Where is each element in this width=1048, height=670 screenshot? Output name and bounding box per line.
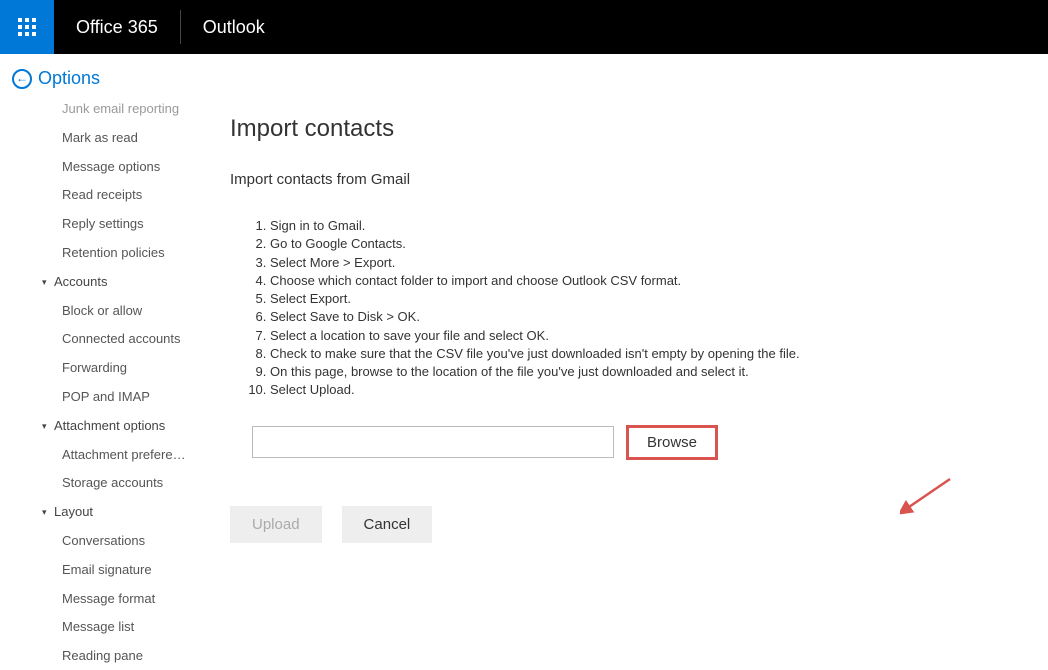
sidebar-section-header[interactable]: ▾ Layout xyxy=(0,498,199,527)
cancel-button[interactable]: Cancel xyxy=(342,506,433,543)
sidebar-section-header[interactable]: ▾ Attachment options xyxy=(0,412,199,441)
settings-sidebar: Junk email reportingMark as readMessage … xyxy=(0,95,200,667)
sidebar-section-header[interactable]: ▾ Accounts xyxy=(0,268,199,297)
content-pane: Import contacts Import contacts from Gma… xyxy=(200,95,1048,667)
instruction-step: Select Upload. xyxy=(270,382,1018,398)
sidebar-item[interactable]: Junk email reporting xyxy=(0,95,199,124)
sidebar-item[interactable]: Email signature xyxy=(0,556,199,585)
sidebar-item[interactable]: Conversations xyxy=(0,527,199,556)
sidebar-scroll[interactable]: Junk email reportingMark as readMessage … xyxy=(0,95,199,667)
instruction-step: Select a location to save your file and … xyxy=(270,328,1018,344)
options-label: Options xyxy=(38,68,100,89)
page-title: Import contacts xyxy=(230,115,1018,143)
sidebar-item[interactable]: Block or allow xyxy=(0,297,199,326)
file-select-row: Browse xyxy=(252,425,1018,460)
top-header: Office 365 Outlook xyxy=(0,0,1048,54)
sidebar-item[interactable]: Storage accounts xyxy=(0,469,199,498)
sidebar-item[interactable]: Reply settings xyxy=(0,210,199,239)
instruction-step: Check to make sure that the CSV file you… xyxy=(270,346,1018,362)
caret-down-icon: ▾ xyxy=(42,419,50,433)
file-path-input[interactable] xyxy=(252,426,614,458)
sidebar-item[interactable]: Message options xyxy=(0,153,199,182)
page-subtitle: Import contacts from Gmail xyxy=(230,171,1018,188)
instruction-step: Go to Google Contacts. xyxy=(270,236,1018,252)
instruction-steps: Sign in to Gmail. Go to Google Contacts. S… xyxy=(270,218,1018,399)
browse-button[interactable]: Browse xyxy=(626,425,718,460)
brand-link[interactable]: Office 365 xyxy=(54,17,180,38)
app-name-link[interactable]: Outlook xyxy=(181,17,287,38)
sidebar-item[interactable]: Forwarding xyxy=(0,354,199,383)
caret-down-icon: ▾ xyxy=(42,275,50,289)
instruction-step: Choose which contact folder to import an… xyxy=(270,273,1018,289)
sidebar-item[interactable]: Connected accounts xyxy=(0,325,199,354)
sidebar-section-label: Accounts xyxy=(54,272,107,293)
instruction-step: On this page, browse to the location of … xyxy=(270,364,1018,380)
options-back-button[interactable]: ← Options xyxy=(0,54,1048,95)
sidebar-section-label: Layout xyxy=(54,502,93,523)
sidebar-item[interactable]: Mark as read xyxy=(0,124,199,153)
instruction-step: Select Save to Disk > OK. xyxy=(270,309,1018,325)
upload-button[interactable]: Upload xyxy=(230,506,322,543)
waffle-icon xyxy=(18,18,36,36)
sidebar-item[interactable]: Message list xyxy=(0,613,199,642)
app-launcher-button[interactable] xyxy=(0,0,54,54)
action-buttons: Upload Cancel xyxy=(230,506,1018,543)
back-arrow-icon: ← xyxy=(12,69,32,89)
sidebar-item[interactable]: Read receipts xyxy=(0,181,199,210)
sidebar-item[interactable]: Reading pane xyxy=(0,642,199,667)
instruction-step: Sign in to Gmail. xyxy=(270,218,1018,234)
sidebar-section-label: Attachment options xyxy=(54,416,165,437)
instruction-step: Select Export. xyxy=(270,291,1018,307)
sidebar-item[interactable]: Attachment preferences xyxy=(0,441,199,470)
sidebar-item[interactable]: Retention policies xyxy=(0,239,199,268)
sidebar-item[interactable]: Message format xyxy=(0,585,199,614)
caret-down-icon: ▾ xyxy=(42,505,50,519)
instruction-step: Select More > Export. xyxy=(270,255,1018,271)
main-region: Junk email reportingMark as readMessage … xyxy=(0,95,1048,667)
sidebar-item[interactable]: POP and IMAP xyxy=(0,383,199,412)
